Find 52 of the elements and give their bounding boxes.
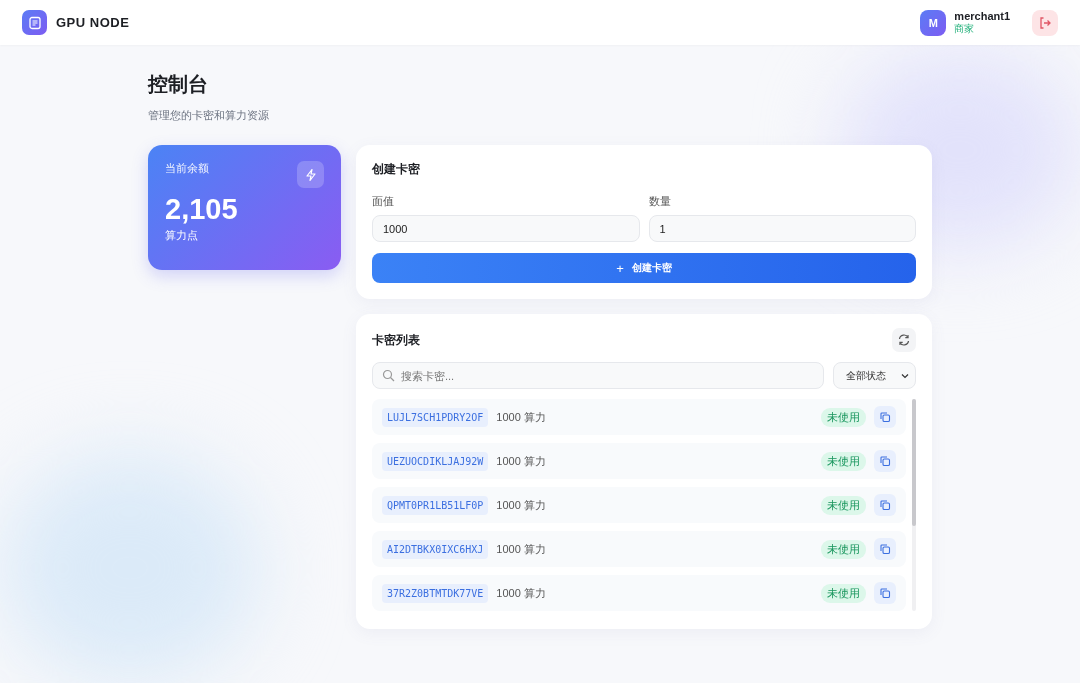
create-button[interactable]: + 创建卡密 bbox=[372, 253, 916, 283]
copy-icon bbox=[879, 543, 891, 555]
status-badge: 未使用 bbox=[821, 407, 866, 427]
card-code: QPMT0PR1LB51LF0P bbox=[382, 495, 489, 515]
brand-name: GPU NODE bbox=[56, 15, 130, 30]
field-label: 数量 bbox=[648, 194, 672, 209]
panel-title: 创建卡密 bbox=[372, 161, 421, 178]
status-badge: 未使用 bbox=[821, 451, 866, 471]
field-label: 面值 bbox=[372, 194, 395, 209]
refresh-button[interactable] bbox=[892, 328, 916, 352]
balance-amount: 2,105 bbox=[165, 192, 239, 227]
page-title: 控制台 bbox=[148, 72, 209, 97]
card-code: 37R2Z0BTMTDK77VE bbox=[382, 583, 489, 603]
logout-button[interactable] bbox=[1032, 9, 1058, 36]
card-amount: 1000 算力 bbox=[496, 453, 546, 469]
balance-unit: 算力点 bbox=[165, 227, 199, 243]
card-amount: 1000 算力 bbox=[496, 541, 546, 557]
search-icon bbox=[382, 369, 395, 382]
card-code: UEZUOCDIKLJAJ92W bbox=[382, 451, 489, 471]
panel-title: 卡密列表 bbox=[372, 331, 420, 349]
card-amount: 1000 算力 bbox=[496, 497, 546, 513]
user-role: 商家 bbox=[954, 21, 976, 36]
chevron-icon bbox=[901, 372, 909, 379]
status-badge: 未使用 bbox=[821, 495, 866, 515]
copy-button[interactable] bbox=[874, 494, 896, 516]
copy-icon bbox=[879, 455, 891, 467]
scrollbar[interactable] bbox=[912, 399, 916, 611]
user-avatar[interactable]: M bbox=[920, 9, 947, 36]
logo-icon bbox=[22, 10, 47, 35]
refresh-icon bbox=[897, 333, 911, 347]
copy-button[interactable] bbox=[874, 406, 896, 428]
search-field[interactable]: 搜索卡密... bbox=[372, 362, 824, 389]
copy-icon bbox=[879, 587, 891, 599]
copy-icon bbox=[879, 411, 891, 423]
card-amount: 1000 算力 bbox=[496, 585, 546, 601]
card-amount: 1000 算力 bbox=[496, 409, 546, 425]
lightning-icon bbox=[297, 161, 324, 188]
copy-button[interactable] bbox=[874, 582, 896, 604]
copy-button[interactable] bbox=[874, 450, 896, 472]
status-filter-dropdown[interactable]: 全部状态 bbox=[833, 362, 916, 389]
input-field[interactable]: 1000 bbox=[372, 215, 640, 242]
card-code: AI2DTBKX0IXC6HXJ bbox=[382, 539, 489, 559]
copy-button[interactable] bbox=[874, 538, 896, 560]
status-badge: 未使用 bbox=[821, 583, 866, 603]
input-field[interactable]: 1 bbox=[648, 215, 916, 242]
status-badge: 未使用 bbox=[821, 539, 866, 559]
card-code: LUJL7SCH1PDRY2OF bbox=[382, 407, 489, 427]
balance-label: 当前余额 bbox=[165, 161, 209, 176]
copy-icon bbox=[879, 499, 891, 511]
logout-icon bbox=[1038, 15, 1052, 30]
page-subtitle: 管理您的卡密和算力资源 bbox=[148, 108, 270, 123]
user-name: merchant1 bbox=[954, 9, 1010, 22]
